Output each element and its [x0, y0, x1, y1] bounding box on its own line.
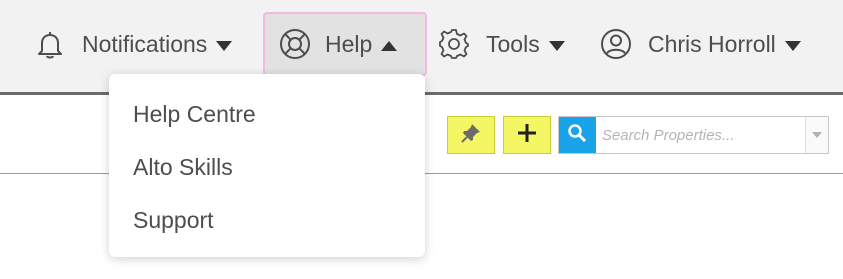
pin-icon [460, 122, 482, 149]
bell-icon [36, 29, 64, 59]
user-menu[interactable]: Chris Horroll [600, 12, 802, 76]
help-menu[interactable]: Help [263, 12, 427, 76]
property-search [558, 116, 829, 154]
caret-down-icon [784, 31, 802, 58]
search-input[interactable] [595, 117, 805, 153]
user-name-label: Chris Horroll [648, 30, 776, 57]
tools-label: Tools [486, 30, 540, 57]
menu-item-support[interactable]: Support [109, 194, 425, 247]
search-dropdown-toggle[interactable] [804, 117, 828, 153]
gear-icon [438, 28, 470, 60]
pin-button[interactable] [447, 116, 495, 154]
tools-menu[interactable]: Tools [438, 12, 566, 76]
notifications-label: Notifications [82, 30, 208, 57]
help-dropdown-menu: Help Centre Alto Skills Support [109, 74, 425, 257]
caret-up-icon [380, 31, 398, 58]
caret-down-icon [215, 31, 233, 58]
search-button[interactable] [559, 117, 596, 153]
search-icon [567, 123, 587, 148]
help-label: Help [325, 30, 373, 57]
lifebuoy-icon [279, 28, 311, 60]
user-icon [600, 28, 632, 60]
plus-icon [516, 122, 538, 149]
menu-item-help-centre[interactable]: Help Centre [109, 88, 425, 141]
menu-item-alto-skills[interactable]: Alto Skills [109, 141, 425, 194]
add-button[interactable] [503, 116, 551, 154]
caret-down-icon [548, 31, 566, 58]
notifications-menu[interactable]: Notifications [36, 12, 233, 76]
caret-down-icon [811, 126, 823, 144]
